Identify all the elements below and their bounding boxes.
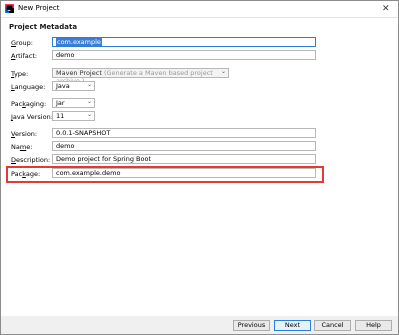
previous-button[interactable]: Previous bbox=[233, 320, 270, 331]
new-project-dialog: New Project ✕ Project Metadata Group: co… bbox=[0, 0, 399, 335]
section-title: Project Metadata bbox=[9, 23, 78, 31]
type-row: Type: Maven Project (Generate a Maven ba… bbox=[1, 68, 398, 85]
version-row: Version: 0.0.1-SNAPSHOT bbox=[1, 128, 398, 140]
artifact-label: Artifact: bbox=[11, 52, 38, 60]
java-version-select[interactable]: 11 ⌄ bbox=[52, 111, 95, 121]
language-label: Language: bbox=[11, 83, 46, 91]
language-row: Language: Java ⌄ bbox=[1, 81, 398, 93]
name-label: Name: bbox=[11, 143, 33, 151]
packaging-row: Packaging: Jar ⌄ bbox=[1, 98, 398, 110]
packaging-value: Jar bbox=[56, 99, 65, 107]
packaging-select[interactable]: Jar ⌄ bbox=[52, 98, 95, 108]
java-version-row: Java Version: 11 ⌄ bbox=[1, 111, 398, 123]
button-bar: Previous Next Cancel Help bbox=[1, 316, 398, 334]
group-row: Group: com.example bbox=[1, 37, 398, 49]
chevron-down-icon: ⌄ bbox=[86, 98, 92, 105]
cancel-button[interactable]: Cancel bbox=[314, 320, 351, 331]
name-row: Name: demo bbox=[1, 141, 398, 153]
artifact-row: Artifact: demo bbox=[1, 50, 398, 62]
group-field[interactable]: com.example bbox=[52, 37, 316, 47]
next-button[interactable]: Next bbox=[274, 320, 311, 331]
description-label: Description: bbox=[11, 156, 51, 164]
description-row: Description: Demo project for Spring Boo… bbox=[1, 154, 398, 166]
window-title: New Project bbox=[18, 4, 60, 12]
type-select[interactable]: Maven Project (Generate a Maven based pr… bbox=[52, 68, 229, 85]
type-value: Maven Project bbox=[56, 69, 102, 77]
group-label: Group: bbox=[11, 39, 33, 47]
close-icon[interactable]: ✕ bbox=[382, 3, 390, 15]
java-version-label: Java Version: bbox=[11, 113, 53, 121]
title-bar: New Project ✕ bbox=[1, 1, 398, 18]
version-label: Version: bbox=[11, 130, 38, 138]
chevron-down-icon: ⌄ bbox=[86, 111, 92, 118]
artifact-field[interactable]: demo bbox=[52, 50, 316, 60]
help-button[interactable]: Help bbox=[355, 320, 392, 331]
name-field[interactable]: demo bbox=[52, 141, 316, 151]
packaging-label: Packaging: bbox=[11, 100, 47, 108]
type-label: Type: bbox=[11, 70, 29, 78]
package-highlight-box bbox=[6, 166, 324, 183]
java-version-value: 11 bbox=[56, 112, 65, 120]
description-field[interactable]: Demo project for Spring Boot bbox=[52, 154, 316, 164]
chevron-down-icon: ⌄ bbox=[86, 81, 92, 88]
language-select[interactable]: Java ⌄ bbox=[52, 81, 95, 91]
language-value: Java bbox=[56, 82, 70, 90]
version-field[interactable]: 0.0.1-SNAPSHOT bbox=[52, 128, 316, 138]
intellij-app-icon bbox=[5, 4, 14, 13]
chevron-down-icon: ⌄ bbox=[220, 68, 226, 75]
dialog-content: Project Metadata Group: com.example Arti… bbox=[1, 18, 398, 316]
